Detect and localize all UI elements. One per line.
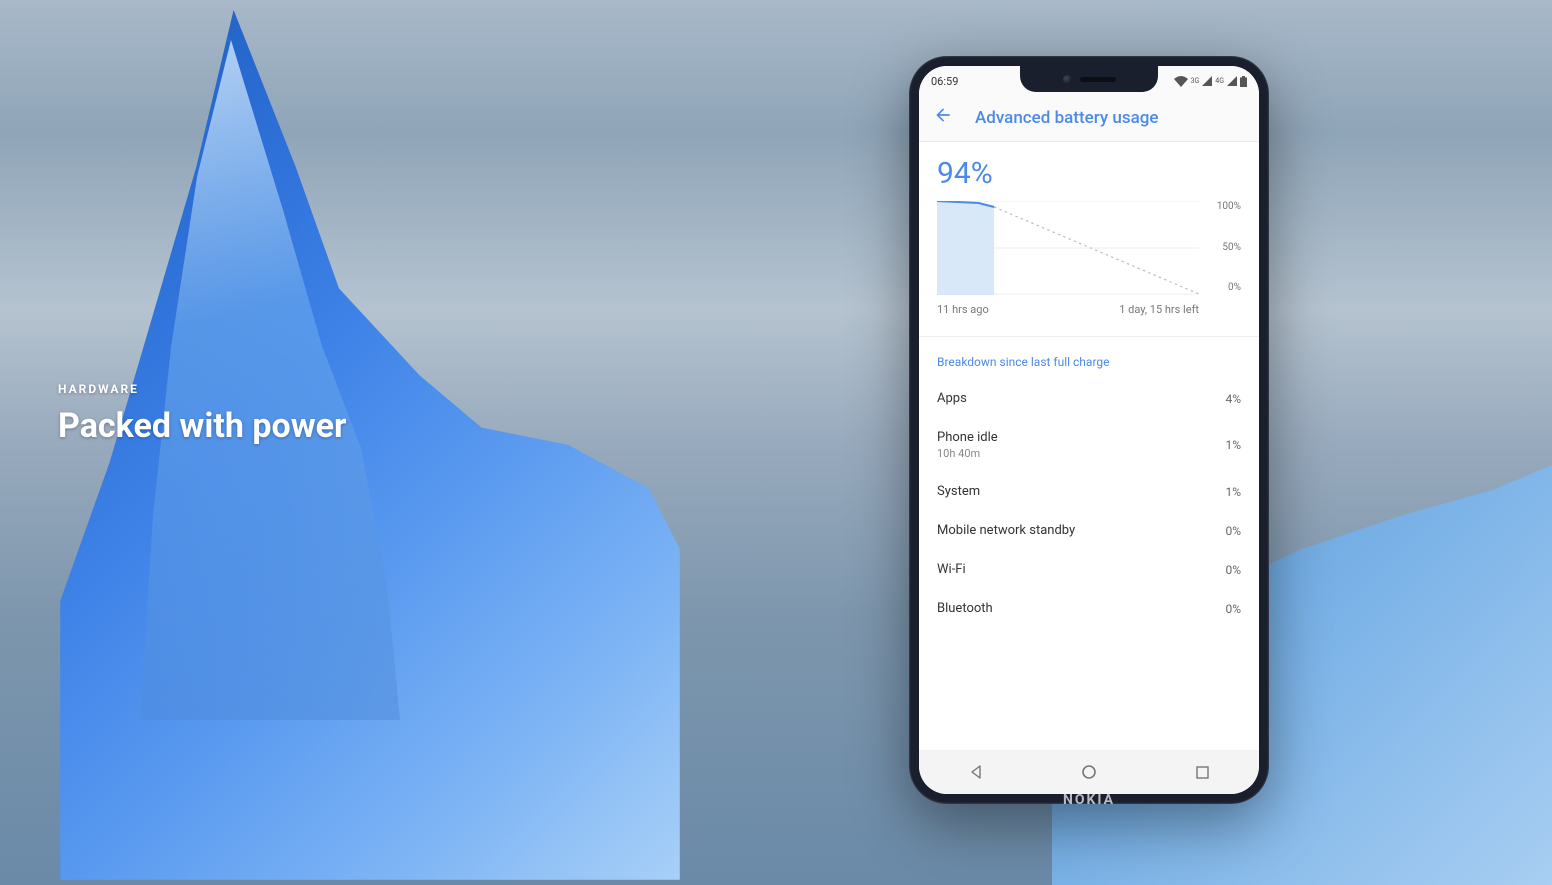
phone-brand: NOKIA: [909, 792, 1269, 808]
phone-mockup: 06:59 3G 4G Advanced battery usage 94%: [909, 56, 1269, 804]
battery-icon: [1240, 76, 1247, 87]
item-sublabel: 10h 40m: [937, 447, 998, 460]
item-label: Wi-Fi: [937, 562, 966, 577]
back-button[interactable]: [967, 763, 985, 781]
app-bar: Advanced battery usage: [919, 94, 1259, 142]
item-percent: 0%: [1225, 602, 1241, 616]
list-item[interactable]: Mobile network standby 0%: [919, 511, 1259, 550]
item-percent: 0%: [1225, 563, 1241, 577]
item-label: Phone idle: [937, 430, 998, 445]
chart-x-labels: 11 hrs ago 1 day, 15 hrs left: [937, 295, 1241, 316]
promo-text: HARDWARE Packed with power: [58, 382, 347, 446]
content-area[interactable]: 94% 100% 5: [919, 142, 1259, 750]
list-item[interactable]: Phone idle 10h 40m 1%: [919, 418, 1259, 472]
headline-text: Packed with power: [58, 406, 347, 446]
battery-chart[interactable]: 100% 50% 0% 11 hrs ago 1 day, 15 hrs lef…: [919, 201, 1259, 326]
wifi-icon: [1174, 76, 1188, 87]
item-percent: 1%: [1225, 438, 1241, 452]
home-button[interactable]: [1080, 763, 1098, 781]
page-title: Advanced battery usage: [975, 108, 1159, 128]
item-label: System: [937, 484, 980, 499]
item-label: Mobile network standby: [937, 523, 1075, 538]
item-percent: 1%: [1225, 485, 1241, 499]
navigation-bar: [919, 750, 1259, 794]
item-percent: 4%: [1225, 392, 1241, 406]
battery-percent: 94%: [919, 142, 1259, 201]
network-type-icon: 3G: [1191, 77, 1200, 85]
notch: [1020, 66, 1158, 92]
back-icon[interactable]: [933, 105, 953, 130]
speaker-icon: [1080, 77, 1116, 82]
signal-icon: [1202, 76, 1212, 86]
recents-button[interactable]: [1193, 763, 1211, 781]
signal-icon-2: [1227, 76, 1237, 86]
list-item[interactable]: Apps 4%: [919, 379, 1259, 418]
item-label: Apps: [937, 391, 967, 406]
status-time: 06:59: [931, 73, 958, 88]
chart-svg: [937, 201, 1199, 295]
status-icons: 3G 4G: [1174, 74, 1247, 87]
eyebrow-label: HARDWARE: [58, 382, 347, 396]
list-item[interactable]: Wi-Fi 0%: [919, 550, 1259, 589]
item-percent: 0%: [1225, 524, 1241, 538]
network-type-icon-2: 4G: [1215, 77, 1224, 85]
front-camera-icon: [1063, 75, 1072, 84]
item-label: Bluetooth: [937, 601, 993, 616]
breakdown-title: Breakdown since last full charge: [919, 337, 1259, 379]
phone-screen: 06:59 3G 4G Advanced battery usage 94%: [919, 66, 1259, 794]
list-item[interactable]: System 1%: [919, 472, 1259, 511]
chart-y-labels: 100% 50% 0%: [1199, 201, 1241, 295]
list-item[interactable]: Bluetooth 0%: [919, 589, 1259, 628]
